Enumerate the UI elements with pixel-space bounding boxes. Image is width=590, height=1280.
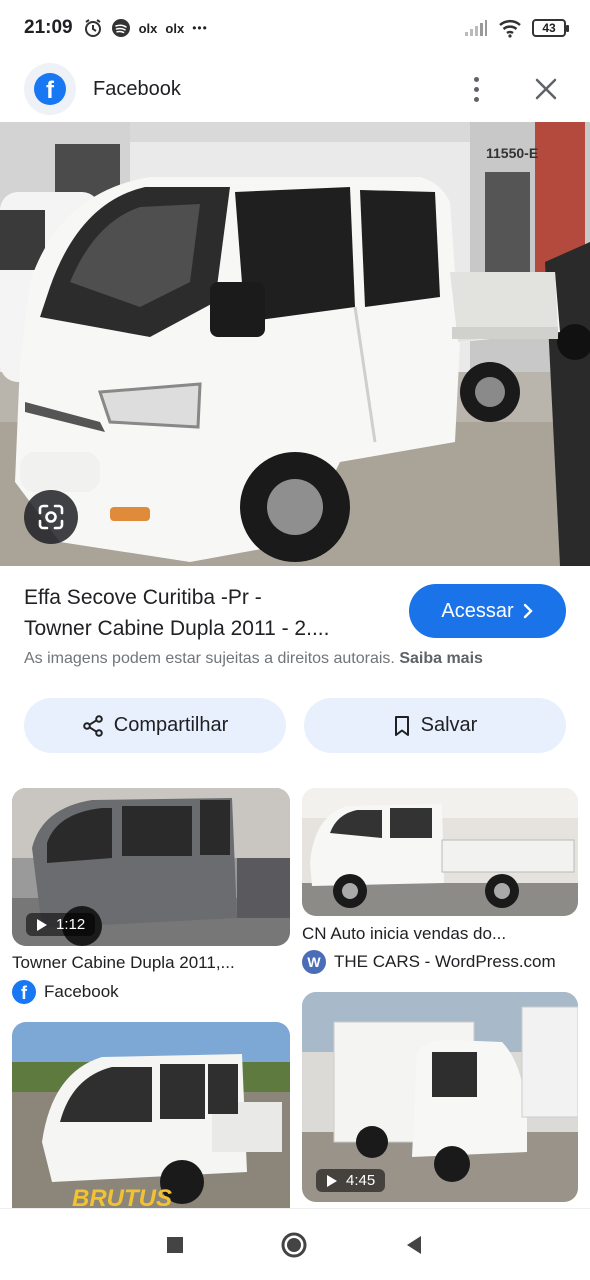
- wordpress-icon: W: [302, 950, 326, 974]
- facebook-logo-icon: f: [24, 63, 76, 115]
- play-icon: [37, 918, 47, 931]
- play-icon: [327, 1174, 337, 1187]
- result-info: Effa Secove Curitiba -Pr - Towner Cabine…: [24, 582, 566, 644]
- copyright-notice: As imagens podem estar sujeitas a direit…: [24, 650, 483, 667]
- related-source[interactable]: f Facebook: [12, 980, 119, 1004]
- chevron-right-icon: [523, 603, 533, 619]
- status-bar: 21:09 olx olx ••• 43: [0, 0, 590, 56]
- brutus-overlay-text: BRUTUS: [72, 1185, 172, 1208]
- related-caption[interactable]: CN Auto inicia vendas do...: [302, 924, 506, 944]
- source-title[interactable]: Facebook: [93, 78, 181, 101]
- olx-icon: olx: [138, 20, 158, 36]
- battery-icon: 43: [532, 19, 569, 37]
- wifi-icon: [499, 20, 521, 38]
- recents-button-icon[interactable]: [165, 1235, 185, 1255]
- learn-more-link[interactable]: Saiba mais: [399, 650, 483, 667]
- spotify-icon: [111, 19, 130, 37]
- lens-icon: [38, 504, 64, 530]
- facebook-icon: f: [12, 980, 36, 1004]
- share-button[interactable]: Compartilhar: [24, 698, 286, 753]
- bookmark-icon: [394, 715, 409, 736]
- related-thumbnail[interactable]: [302, 788, 578, 916]
- related-thumbnail[interactable]: 1:12: [12, 788, 290, 946]
- white-truck-showroom-photo: [302, 788, 578, 916]
- related-thumbnail[interactable]: BRUTUS: [12, 1022, 290, 1208]
- home-button-icon[interactable]: [280, 1231, 308, 1259]
- close-icon[interactable]: [526, 69, 566, 109]
- save-button[interactable]: Salvar: [304, 698, 566, 753]
- related-thumbnail[interactable]: 4:45: [302, 992, 578, 1202]
- more-options-icon[interactable]: [456, 69, 496, 109]
- back-button-icon[interactable]: [403, 1234, 425, 1256]
- notification-icons: olx olx •••: [83, 18, 208, 38]
- system-navigation-bar: [0, 1208, 590, 1280]
- video-duration-badge: 1:12: [26, 913, 96, 936]
- related-source[interactable]: W THE CARS - WordPress.com: [302, 950, 556, 974]
- google-lens-button[interactable]: [24, 490, 78, 544]
- share-icon: [82, 714, 103, 737]
- white-truck-lot-photo: BRUTUS: [12, 1022, 290, 1208]
- white-pickup-truck-photo: 11550-E: [0, 122, 590, 566]
- signal-icon: [465, 20, 487, 36]
- visit-button[interactable]: Acessar: [409, 584, 566, 638]
- result-title[interactable]: Effa Secove Curitiba -Pr - Towner Cabine…: [24, 582, 394, 644]
- status-time: 21:09: [24, 17, 73, 38]
- more-notifications-icon: •••: [192, 21, 208, 35]
- alarm-icon: [84, 19, 101, 37]
- lot-number-sign: 11550-E: [486, 145, 538, 161]
- main-image[interactable]: 11550-E: [0, 122, 590, 566]
- source-header: f Facebook: [0, 56, 590, 122]
- related-caption[interactable]: Towner Cabine Dupla 2011,...: [12, 953, 235, 973]
- video-duration-badge: 4:45: [316, 1169, 386, 1192]
- action-row: Compartilhar Salvar: [24, 698, 566, 753]
- olx-icon: olx: [165, 20, 185, 36]
